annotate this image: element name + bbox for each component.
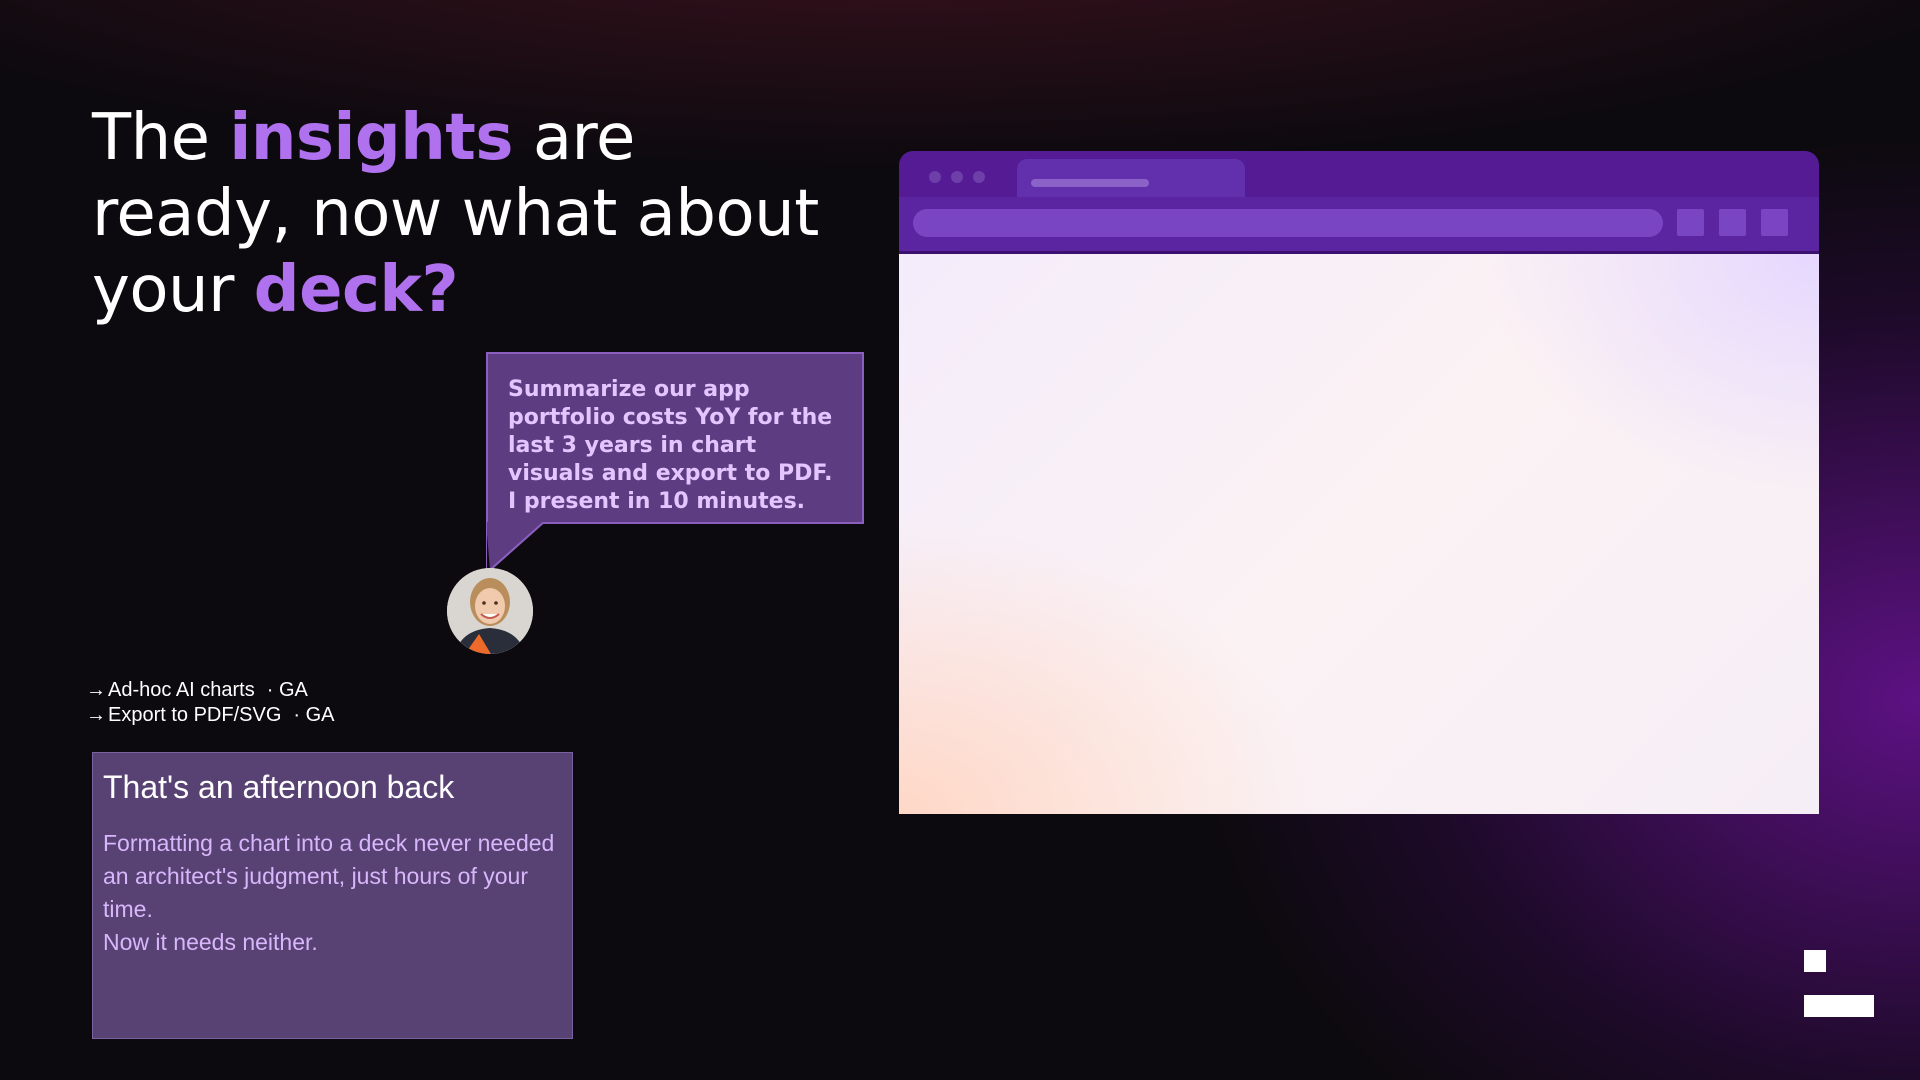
card-body-line-1: Formatting a chart into a deck never nee… <box>103 830 555 922</box>
browser-tab[interactable] <box>1017 159 1245 197</box>
toolbar-button-icon[interactable] <box>1677 209 1704 236</box>
feature-item-export: → Export to PDF/SVG · GA <box>86 703 335 728</box>
browser-content-area <box>899 251 1819 814</box>
window-dot-icon <box>951 171 963 183</box>
card-title: That's an afternoon back <box>103 769 455 805</box>
user-avatar-photo-icon <box>447 568 533 654</box>
feature-list: → Ad-hoc AI charts · GA → Export to PDF/… <box>86 678 335 728</box>
window-dot-icon <box>929 171 941 183</box>
arrow-right-icon: → <box>86 679 106 701</box>
browser-toolbar <box>899 197 1819 251</box>
user-avatar <box>447 568 533 654</box>
feature-item-ai-charts: → Ad-hoc AI charts · GA <box>86 678 335 703</box>
browser-mockup <box>899 151 1819 814</box>
address-bar[interactable] <box>913 209 1663 237</box>
chat-bubble-tail <box>486 522 545 571</box>
feature-status-tag: · GA <box>293 704 335 726</box>
feature-status-tag: · GA <box>266 679 308 701</box>
toolbar-button-icon[interactable] <box>1761 209 1788 236</box>
info-card: That's an afternoon back Formatting a ch… <box>92 752 573 1039</box>
feature-label: Export to PDF/SVG <box>108 704 282 726</box>
page-headline: The insights are ready, now what about y… <box>92 100 852 328</box>
headline-accent-deck: deck? <box>253 253 459 327</box>
chat-bubble: Summarize our app portfolio costs YoY fo… <box>486 352 864 524</box>
browser-chrome <box>899 151 1819 251</box>
arrow-right-icon: → <box>86 704 106 726</box>
chat-message: Summarize our app portfolio costs YoY fo… <box>508 377 833 514</box>
card-body-line-2: Now it needs neither. <box>103 929 318 955</box>
headline-text-1: The <box>92 101 230 175</box>
toolbar-button-icon[interactable] <box>1719 209 1746 236</box>
headline-accent-insights: insights <box>229 101 513 175</box>
tab-title-placeholder <box>1031 179 1149 187</box>
card-body: Formatting a chart into a deck never nee… <box>103 827 562 959</box>
feature-label: Ad-hoc AI charts <box>108 679 255 701</box>
window-dot-icon <box>973 171 985 183</box>
brand-logo-icon <box>1804 950 1874 1017</box>
